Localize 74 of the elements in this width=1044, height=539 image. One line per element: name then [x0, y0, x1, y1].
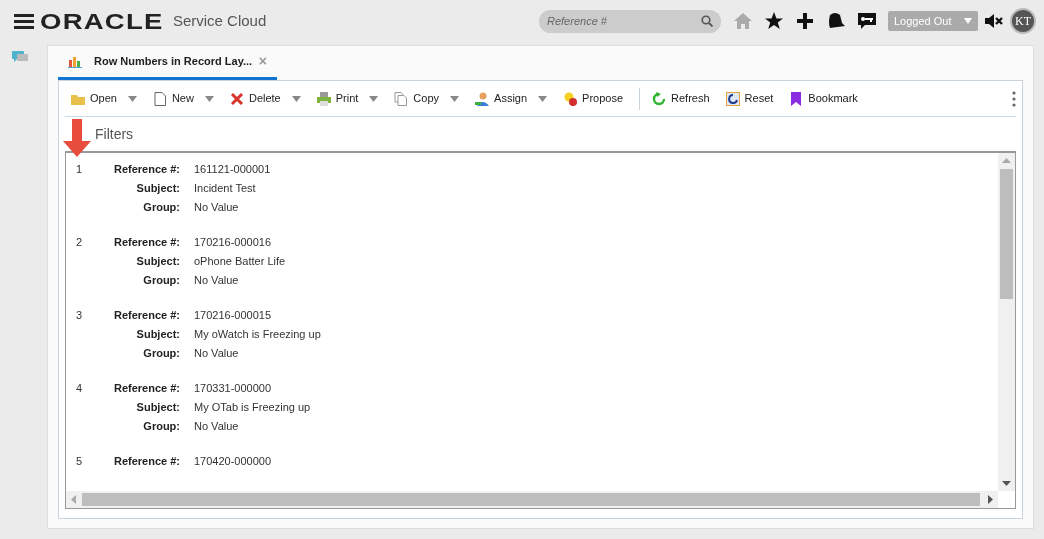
- field-value: My OTab is Freezing up: [194, 400, 312, 415]
- field-value: 170216-000015: [194, 308, 273, 323]
- field-label: Group:: [142, 200, 180, 215]
- dropdown-button[interactable]: Open: [65, 83, 143, 114]
- field-value: Incident Test: [194, 181, 257, 196]
- more-icon[interactable]: [1012, 90, 1016, 107]
- field-label: Subject:: [135, 400, 180, 415]
- person-icon: [475, 91, 490, 106]
- field-value: No Value: [194, 346, 240, 361]
- field-value: No Value: [194, 200, 240, 215]
- vertical-scrollbar[interactable]: [998, 153, 1015, 491]
- star-icon[interactable]: [764, 11, 784, 31]
- field-value: 170216-000016: [194, 235, 273, 250]
- field-value: oPhone Batter Life: [194, 254, 287, 269]
- row-number: 1: [76, 162, 84, 177]
- field-label: Reference #:: [112, 235, 180, 250]
- field-label: Subject:: [135, 254, 180, 269]
- toolbar-button[interactable]: Bookmark: [783, 83, 864, 114]
- field-value: 170420-000000: [194, 454, 273, 469]
- field-label: Reference #:: [112, 454, 180, 469]
- caret-icon: [450, 95, 460, 102]
- row-number: 2: [76, 235, 84, 250]
- toolbar-button[interactable]: Refresh: [646, 83, 716, 114]
- plus-icon[interactable]: [795, 11, 815, 31]
- field-label: Subject:: [135, 327, 180, 342]
- reset-icon: [725, 91, 740, 106]
- search-field[interactable]: Reference #: [539, 9, 721, 33]
- printer-icon: [316, 91, 331, 106]
- caret-icon: [291, 95, 301, 102]
- page-icon: [152, 91, 167, 106]
- toolbar-button[interactable]: Reset: [719, 83, 780, 114]
- dropdown-button[interactable]: Delete: [223, 83, 307, 114]
- field-value: My oWatch is Freezing up: [194, 327, 322, 342]
- horizontal-scrollbar[interactable]: [66, 491, 998, 508]
- bell-icon[interactable]: [826, 11, 846, 31]
- caret-icon: [127, 95, 137, 102]
- bookmark-icon: [789, 91, 804, 106]
- caret-icon: [204, 95, 214, 102]
- field-label: Reference #:: [112, 381, 180, 396]
- logo: ORACLE: [40, 7, 164, 36]
- row-number: 3: [76, 308, 84, 323]
- dropdown-button[interactable]: Assign: [469, 83, 554, 114]
- scroll-down-icon[interactable]: [1002, 481, 1011, 486]
- dropdown-button[interactable]: Copy: [388, 83, 466, 114]
- field-value: 161121-000001: [194, 162, 272, 177]
- user-avatar[interactable]: KT: [1010, 8, 1036, 34]
- dropdown-button[interactable]: Print: [310, 83, 385, 114]
- field-label: Reference #:: [112, 162, 180, 177]
- caret-icon: [964, 18, 972, 24]
- row-number: 4: [76, 381, 84, 396]
- toolbar-button[interactable]: Propose: [557, 83, 630, 114]
- field-label: Reference #:: [112, 308, 180, 323]
- scroll-right-icon[interactable]: [988, 495, 993, 504]
- caret-icon: [369, 95, 379, 102]
- field-label: Group:: [142, 419, 180, 434]
- delete-icon: [229, 91, 244, 106]
- dropdown-button[interactable]: New: [146, 83, 220, 114]
- copy-icon: [394, 91, 409, 106]
- row-number: 5: [76, 454, 84, 469]
- field-label: Group:: [142, 346, 180, 361]
- field-label: Subject:: [135, 181, 180, 196]
- field-value: No Value: [194, 273, 240, 288]
- key-chat-icon[interactable]: [857, 11, 877, 31]
- bar-chart-icon: [68, 55, 82, 68]
- mute-icon[interactable]: [984, 13, 1004, 29]
- menu-icon[interactable]: [14, 13, 34, 29]
- caret-icon: [538, 95, 548, 102]
- field-value: 170331-000000: [194, 381, 273, 396]
- refresh-icon: [652, 91, 667, 106]
- field-label: Group:: [142, 273, 180, 288]
- product-name: Service Cloud: [172, 10, 267, 31]
- field-value: No Value: [194, 419, 240, 434]
- section-heading: Filters: [95, 125, 134, 144]
- arrow-drawing: [63, 119, 91, 157]
